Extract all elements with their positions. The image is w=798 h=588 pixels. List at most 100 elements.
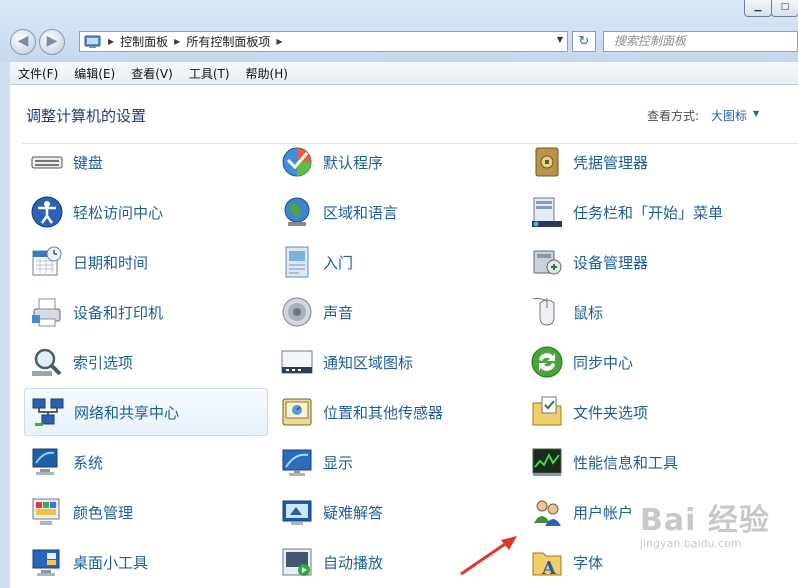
control-panel-item-label: 设备管理器 <box>573 253 649 272</box>
control-panel-item-label: 自动播放 <box>323 553 384 572</box>
menu-help[interactable]: 帮助(H) <box>238 65 296 82</box>
control-panel-item-label: 疑难解答 <box>323 503 384 522</box>
speaker-icon <box>282 297 312 327</box>
autoplay-icon <box>282 548 312 576</box>
control-panel-item-label: 网络和共享中心 <box>74 403 180 422</box>
control-panel-item-label: 颜色管理 <box>73 503 134 522</box>
control-panel-item[interactable]: 入门 <box>274 238 518 286</box>
breadcrumb-separator-icon: ▶ <box>108 37 115 46</box>
menu-file[interactable]: 文件(F) <box>10 65 66 82</box>
control-panel-item-label: 键盘 <box>73 153 104 172</box>
control-panel-item[interactable]: 桌面小工具 <box>24 538 268 586</box>
maximize-button[interactable]: □ <box>771 0 798 17</box>
ease-of-access-icon <box>31 196 63 228</box>
page-title: 调整计算机的设置 <box>26 107 147 125</box>
minimize-button[interactable]: ▁ <box>744 0 772 17</box>
control-panel-item-label: 声音 <box>323 303 354 322</box>
chevron-down-icon[interactable]: ▼ <box>753 109 759 118</box>
keyboard-icon <box>31 156 63 169</box>
breadcrumb-all-items[interactable]: 所有控制面板项 <box>186 33 270 50</box>
control-panel-item[interactable]: 性能信息和工具 <box>524 438 768 486</box>
control-panel-item-label: 字体 <box>573 553 604 572</box>
control-panel-item[interactable]: 日期和时间 <box>24 238 268 286</box>
control-panel-item-label: 同步中心 <box>573 353 634 372</box>
control-panel-item[interactable]: 位置和其他传感器 <box>274 388 518 436</box>
control-panel-item-label: 位置和其他传感器 <box>323 403 444 422</box>
sync-icon <box>531 346 563 378</box>
control-panel-item[interactable]: 轻松访问中心 <box>24 188 268 236</box>
breadcrumb-separator-icon[interactable]: ▶ <box>276 37 282 46</box>
display-icon <box>282 449 312 476</box>
globe-icon <box>284 197 310 226</box>
control-panel-item-label: 设备和打印机 <box>73 303 164 322</box>
menu-edit[interactable]: 编辑(E) <box>66 65 123 82</box>
control-panel-item[interactable]: 鼠标 <box>524 288 768 336</box>
color-management-icon <box>32 498 60 525</box>
view-by-dropdown[interactable]: 大图标 <box>711 107 747 124</box>
control-panel-item[interactable]: 设备管理器 <box>524 238 768 286</box>
control-panel-item[interactable]: 默认程序 <box>274 138 518 186</box>
breadcrumb-control-panel[interactable]: 控制面板 <box>120 33 168 50</box>
mouse-icon <box>532 297 555 326</box>
address-bar[interactable]: ▶ 控制面板 ▶ 所有控制面板项 ▶ ▼ <box>79 31 568 52</box>
control-panel-item-label: 鼠标 <box>573 303 604 322</box>
control-panel-item[interactable]: 同步中心 <box>524 338 768 386</box>
control-panel-item-label: 轻松访问中心 <box>73 203 164 222</box>
control-panel-item-label: 用户帐户 <box>573 503 634 522</box>
taskbar-icon <box>532 197 562 227</box>
window-frame <box>0 62 10 588</box>
fonts-icon: A <box>532 552 562 579</box>
gadgets-icon <box>32 549 60 576</box>
control-panel-icon <box>84 35 101 48</box>
default-programs-icon <box>282 147 312 177</box>
control-panel-item[interactable]: 设备和打印机 <box>24 288 268 336</box>
control-panel-item[interactable]: 文件夹选项 <box>524 388 768 436</box>
menu-view[interactable]: 查看(V) <box>123 65 181 82</box>
network-icon <box>32 398 64 426</box>
control-panel-item-label: 凭据管理器 <box>573 153 649 172</box>
annotation-arrow-icon <box>460 536 517 576</box>
menu-tools[interactable]: 工具(T) <box>181 65 238 82</box>
control-panel-item[interactable]: 键盘 <box>24 138 268 186</box>
user-accounts-icon <box>534 500 561 526</box>
control-panel-item[interactable]: 索引选项 <box>24 338 268 386</box>
control-panel-item-label: 显示 <box>323 453 354 472</box>
title-bar: ▁ □ ◀ ▶ ▶ 控制面板 ▶ 所有控制面板项 ▶ ▼ ↻ 搜索控制面板 <box>0 0 798 62</box>
printer-icon <box>32 298 61 327</box>
forward-button[interactable]: ▶ <box>39 29 65 55</box>
control-panel-item[interactable]: 颜色管理 <box>24 488 268 536</box>
control-panel-item-label: 桌面小工具 <box>73 553 149 572</box>
folder-options-icon <box>532 396 562 426</box>
credential-vault-icon <box>535 147 559 177</box>
control-panel-item-label: 通知区域图标 <box>323 353 414 372</box>
troubleshooting-icon <box>282 500 312 525</box>
control-panel-item[interactable]: 显示 <box>274 438 518 486</box>
watermark-logo: Bai 经验 <box>640 503 770 538</box>
control-panel-item[interactable]: 疑难解答 <box>274 488 518 536</box>
control-panel-item[interactable]: 任务栏和「开始」菜单 <box>524 188 768 236</box>
watermark: Bai 经验 jingyan.baidu.com <box>640 495 770 550</box>
view-by-label: 查看方式: <box>647 109 700 123</box>
control-panel-item-label: 文件夹选项 <box>573 403 649 422</box>
back-button[interactable]: ◀ <box>10 29 36 55</box>
device-manager-icon <box>533 250 562 275</box>
search-input[interactable]: 搜索控制面板 <box>603 31 798 52</box>
control-panel-item[interactable]: 网络和共享中心 <box>24 388 268 436</box>
system-icon <box>32 448 58 475</box>
refresh-button[interactable]: ↻ <box>572 31 596 52</box>
control-panel-item[interactable]: 声音 <box>274 288 518 336</box>
svg-text:A: A <box>541 558 557 579</box>
control-panel-item-label: 默认程序 <box>323 153 384 172</box>
control-panel-item[interactable]: 区域和语言 <box>274 188 518 236</box>
performance-icon <box>532 448 562 476</box>
breadcrumb-separator-icon: ▶ <box>174 37 181 46</box>
control-panel-item[interactable]: 凭据管理器 <box>524 138 768 186</box>
sensor-icon <box>282 398 312 426</box>
control-panel-item-label: 入门 <box>323 253 354 272</box>
control-panel-item[interactable]: 通知区域图标 <box>274 338 518 386</box>
menu-bar: 文件(F) 编辑(E) 查看(V) 工具(T) 帮助(H) <box>10 62 798 85</box>
control-panel-item[interactable]: 系统 <box>24 438 268 486</box>
address-dropdown-icon[interactable]: ▼ <box>557 35 563 44</box>
control-panel-item-label: 任务栏和「开始」菜单 <box>573 203 724 222</box>
control-panel-item-label: 区域和语言 <box>323 203 399 222</box>
